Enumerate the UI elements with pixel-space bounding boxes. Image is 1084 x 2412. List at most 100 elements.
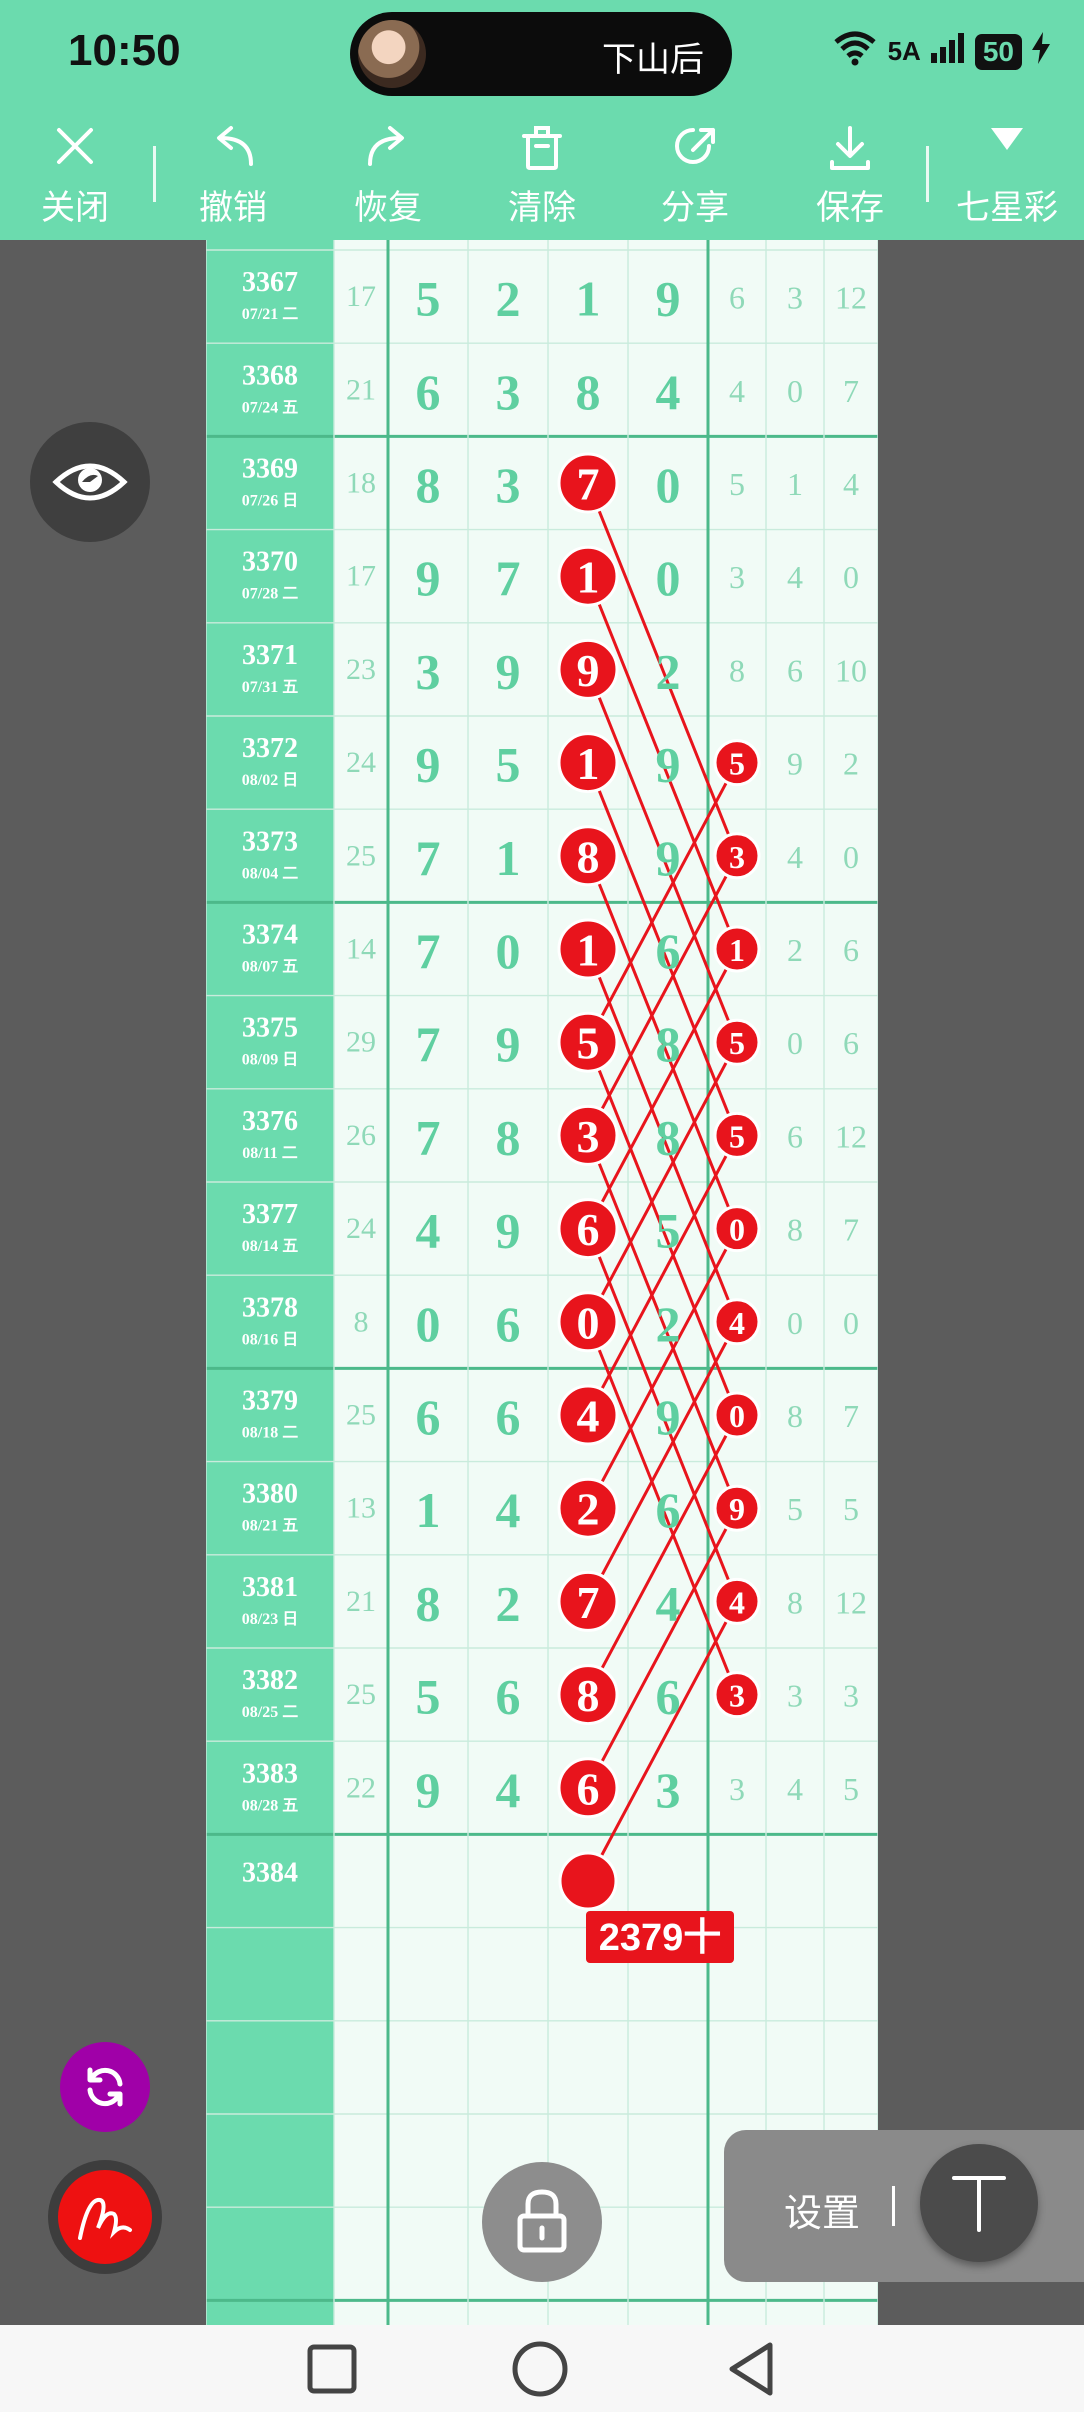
refresh-icon <box>87 2067 123 2107</box>
sum-value: 24 <box>346 1212 376 1245</box>
recent-apps-icon[interactable] <box>302 2339 362 2399</box>
draw-pen-button[interactable] <box>48 2160 162 2274</box>
highlighted-digit: 5 <box>729 746 745 782</box>
extra-digit: 4 <box>787 559 803 595</box>
draw-digit: 3 <box>496 457 521 513</box>
wifi-icon <box>832 30 878 73</box>
issue-number: 3374 <box>242 920 298 951</box>
issue-number: 3370 <box>242 547 298 578</box>
issue-number: 3384 <box>242 1858 298 1889</box>
sum-value: 17 <box>346 280 376 313</box>
share-icon <box>675 128 715 164</box>
eye-icon <box>52 463 128 501</box>
draw-digit: 5 <box>496 737 521 793</box>
issue-number: 3382 <box>242 1665 298 1696</box>
draw-digit: 6 <box>496 1296 521 1352</box>
issue-date: 08/18 二 <box>242 1425 298 1442</box>
toolbar-divider <box>153 146 156 202</box>
charging-icon <box>1032 32 1050 71</box>
share-button[interactable]: 分享 <box>630 110 760 240</box>
home-icon[interactable] <box>510 2339 570 2399</box>
save-label: 保存 <box>816 189 884 227</box>
extra-digit: 5 <box>843 1491 859 1527</box>
draw-digit: 4 <box>656 1575 681 1631</box>
highlighted-digit: 3 <box>729 1678 745 1714</box>
sum-value: 17 <box>346 560 376 593</box>
extra-digit: 5 <box>729 466 745 502</box>
undo-icon <box>217 126 253 166</box>
extra-digit: 12 <box>835 280 867 316</box>
issue-date: 08/16 日 <box>242 1330 298 1348</box>
refresh-button[interactable] <box>60 2042 150 2132</box>
draw-digit: 7 <box>496 550 521 606</box>
extra-digit: 6 <box>843 1025 859 1061</box>
draw-digit: 5 <box>416 1669 441 1725</box>
sum-value: 25 <box>346 1399 376 1432</box>
issue-number: 3369 <box>242 454 298 485</box>
undo-button[interactable]: 撤销 <box>168 110 298 240</box>
extra-digit: 8 <box>787 1212 803 1248</box>
draw-digit: 2 <box>656 1296 681 1352</box>
prediction-tag: 2379十 <box>599 1917 722 1959</box>
sum-value: 14 <box>346 933 376 966</box>
pen-scribble-icon <box>78 2197 132 2240</box>
highlighted-digit: 2 <box>577 1484 600 1535</box>
lock-icon <box>517 2189 567 2253</box>
highlighted-digit: 1 <box>577 925 600 976</box>
lottery-type-label: 七星彩 <box>956 189 1058 227</box>
draw-digit: 9 <box>416 1762 441 1818</box>
save-button[interactable]: 保存 <box>785 110 915 240</box>
draw-digit: 8 <box>496 1109 521 1165</box>
close-button[interactable]: 关闭 <box>10 110 140 240</box>
clear-button[interactable]: 清除 <box>477 110 607 240</box>
draw-digit: 4 <box>656 364 681 420</box>
clear-label: 清除 <box>508 189 576 227</box>
sum-value: 25 <box>346 1678 376 1711</box>
highlighted-digit: 5 <box>577 1018 600 1069</box>
issue-number: 3375 <box>242 1013 298 1044</box>
status-time: 10:50 <box>68 26 181 75</box>
dropdown-triangle-icon <box>991 128 1023 150</box>
text-tool-button[interactable] <box>920 2144 1038 2262</box>
issue-number: 3378 <box>242 1292 298 1323</box>
lock-button[interactable] <box>482 2162 602 2282</box>
draw-digit: 2 <box>496 1575 521 1631</box>
issue-number: 3373 <box>242 826 298 857</box>
extra-digit: 4 <box>787 839 803 875</box>
sum-value: 23 <box>346 653 376 686</box>
highlighted-digit: 0 <box>729 1212 745 1248</box>
back-icon[interactable] <box>722 2339 782 2399</box>
draw-digit: 6 <box>496 1389 521 1445</box>
redo-button[interactable]: 恢复 <box>323 110 453 240</box>
draw-digit: 9 <box>496 643 521 699</box>
extra-digit: 6 <box>787 652 803 688</box>
extra-digit: 7 <box>843 373 859 409</box>
trash-icon <box>522 126 562 170</box>
highlighted-digit: 6 <box>577 1763 600 1814</box>
draw-digit: 6 <box>416 1389 441 1445</box>
issue-date: 08/21 五 <box>242 1518 298 1535</box>
sum-value: 22 <box>346 1771 376 1804</box>
settings-button[interactable]: 设置 <box>784 2182 860 2237</box>
sum-value: 13 <box>346 1492 376 1525</box>
highlighted-digit: 1 <box>577 552 600 603</box>
draw-digit: 9 <box>656 737 681 793</box>
issue-date: 08/25 二 <box>242 1704 298 1721</box>
signal-icon <box>930 33 965 70</box>
lottery-type-dropdown[interactable]: 七星彩 <box>942 110 1072 240</box>
visibility-toggle-button[interactable] <box>30 422 150 542</box>
extra-digit: 3 <box>787 280 803 316</box>
draw-digit: 8 <box>656 1016 681 1072</box>
draw-digit: 1 <box>416 1482 441 1538</box>
highlighted-digit: 4 <box>729 1305 745 1341</box>
extra-digit: 0 <box>787 373 803 409</box>
highlighted-digit: 0 <box>577 1297 600 1348</box>
notification-pill[interactable]: 下山后 <box>350 12 732 96</box>
draw-digit: 0 <box>416 1296 441 1352</box>
extra-digit: 5 <box>787 1491 803 1527</box>
trend-chart-grid[interactable]: 336707/21 二17 5 2 1 9 6 3 12336807/24 五21 6 3 8 4 4 0… <box>206 240 878 2325</box>
extra-digit: 0 <box>787 1025 803 1061</box>
sum-value: 24 <box>346 746 376 779</box>
highlighted-digit: 4 <box>577 1391 600 1442</box>
draw-digit: 3 <box>656 1762 681 1818</box>
